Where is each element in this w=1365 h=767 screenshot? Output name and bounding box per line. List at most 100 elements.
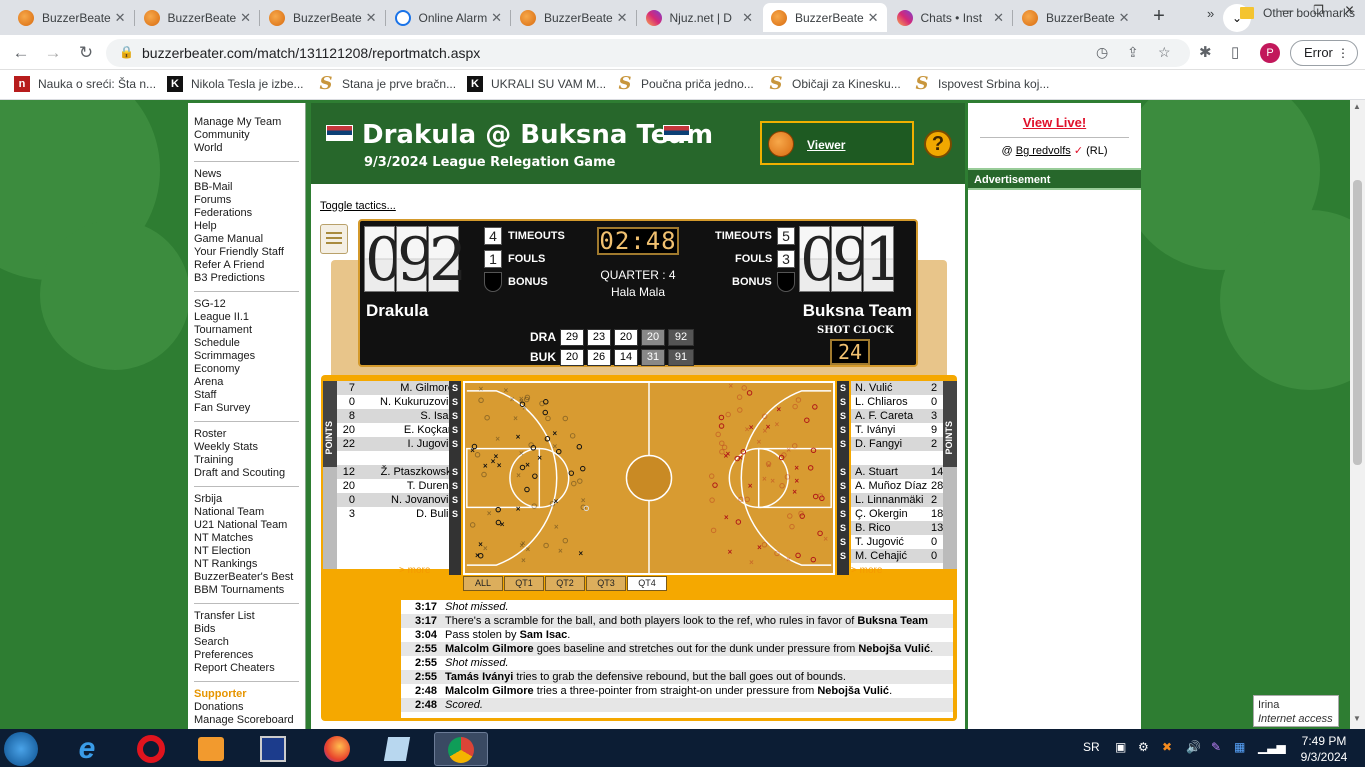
start-button[interactable] — [4, 732, 38, 766]
nav-link[interactable]: Manage Scoreboard — [194, 714, 305, 727]
close-tab-icon[interactable]: ✕ — [115, 10, 126, 26]
nav-link[interactable]: World — [194, 142, 305, 155]
nav-link[interactable]: Weekly Stats — [194, 441, 305, 454]
scroll-down-icon[interactable]: ▼ — [1353, 714, 1361, 723]
opera-icon[interactable] — [132, 732, 170, 766]
scrollbar-thumb[interactable] — [1353, 180, 1362, 465]
home-player-name[interactable]: E. Koçkan — [359, 423, 457, 437]
nav-link[interactable]: Your Friendly Staff — [194, 246, 305, 259]
tray-app-icon[interactable]: ✖ — [1162, 740, 1172, 754]
nav-link[interactable]: Search — [194, 636, 305, 649]
nav-link[interactable]: BuzzerBeater's Best — [194, 571, 305, 584]
close-tab-icon[interactable]: ✕ — [742, 10, 753, 26]
nav-link[interactable]: Economy — [194, 363, 305, 376]
quarter-tab[interactable]: QT2 — [545, 576, 585, 591]
browser-tab[interactable]: BuzzerBeater ✕ — [1014, 3, 1138, 32]
nav-link[interactable]: Community — [194, 129, 305, 142]
bookmark-item[interactable]: K Nikola Tesla je izbe... — [167, 76, 304, 92]
nav-link[interactable]: News — [194, 168, 305, 181]
away-more-link[interactable]: > more — [851, 565, 882, 576]
quarter-tab[interactable]: QT3 — [586, 576, 626, 591]
tray-app-icon[interactable]: ✎ — [1211, 740, 1221, 754]
reload-button[interactable]: ↻ — [75, 42, 97, 64]
extensions-icon[interactable]: ✱ — [1199, 43, 1212, 61]
nav-link[interactable]: B3 Predictions — [194, 272, 305, 285]
home-player-name[interactable]: I. Jugović — [359, 437, 457, 451]
nav-link[interactable]: Scrimmages — [194, 350, 305, 363]
nav-link[interactable]: Srbija — [194, 493, 305, 506]
bookmark-item[interactable]: K UKRALI SU VAM M... — [467, 76, 606, 92]
nav-link[interactable]: Game Manual — [194, 233, 305, 246]
nav-section-title[interactable]: Supporter — [194, 688, 305, 701]
quarter-tab[interactable]: QT1 — [504, 576, 544, 591]
back-button[interactable]: ← — [10, 42, 32, 64]
tray-app-icon[interactable]: ⚙ — [1138, 740, 1149, 754]
browser-tab[interactable]: BuzzerBeater ✕ — [10, 3, 134, 32]
bookmark-item[interactable]: n Nauka o sreći: Šta n... — [14, 76, 156, 92]
home-player-name[interactable]: M. Gilmore — [359, 381, 457, 395]
firefox-icon[interactable] — [318, 732, 356, 766]
nav-link[interactable]: BB-Mail — [194, 181, 305, 194]
page-scrollbar[interactable]: ▲ ▼ — [1350, 100, 1365, 729]
nav-link[interactable]: Tournament — [194, 324, 305, 337]
tactics-scroll-icon[interactable] — [320, 224, 348, 254]
quarter-tab[interactable]: QT4 — [627, 576, 667, 591]
nav-link[interactable]: Arena — [194, 376, 305, 389]
browser-tab[interactable]: Njuz.net | D ✕ — [638, 3, 762, 32]
browser-tab[interactable]: Chats • Inst ✕ — [889, 3, 1013, 32]
toggle-tactics-link[interactable]: Toggle tactics... — [320, 200, 396, 212]
save-disk-icon[interactable] — [254, 732, 292, 766]
nav-link[interactable]: Staff — [194, 389, 305, 402]
nav-link[interactable]: NT Election — [194, 545, 305, 558]
close-tab-icon[interactable]: ✕ — [617, 10, 628, 26]
quarter-tab[interactable]: ALL — [463, 576, 503, 591]
browser-tab[interactable]: Online Alarm ✕ — [387, 3, 511, 32]
nav-link[interactable]: Transfer List — [194, 610, 305, 623]
browser-tab[interactable]: BuzzerBeater ✕ — [512, 3, 636, 32]
nav-link[interactable]: SG-12 — [194, 298, 305, 311]
viewer-box[interactable]: Viewer — [760, 121, 914, 165]
nav-link[interactable]: National Team — [194, 506, 305, 519]
nav-link[interactable]: BBM Tournaments — [194, 584, 305, 597]
nav-link[interactable]: Schedule — [194, 337, 305, 350]
internet-explorer-icon[interactable]: e — [68, 732, 106, 766]
close-tab-icon[interactable]: ✕ — [240, 10, 251, 26]
home-player-name[interactable]: D. Bulić — [359, 507, 457, 521]
bookmark-item[interactable]: S Običaji za Kinesku... — [768, 75, 901, 93]
home-more-link[interactable]: > more — [399, 565, 430, 576]
nav-link[interactable]: Refer A Friend — [194, 259, 305, 272]
home-player-name[interactable]: Ž. Ptaszkowski — [359, 465, 457, 479]
nav-link[interactable]: Help — [194, 220, 305, 233]
profile-avatar[interactable]: P — [1260, 43, 1280, 63]
close-tab-icon[interactable]: ✕ — [1119, 10, 1130, 26]
nav-link[interactable]: Bids — [194, 623, 305, 636]
network-icon[interactable]: ▁▃▅ — [1258, 740, 1286, 754]
performance-icon[interactable]: ◷ — [1096, 44, 1108, 61]
tray-app-icon[interactable]: ▣ — [1115, 740, 1126, 754]
volume-icon[interactable]: 🔊 — [1186, 740, 1201, 754]
error-button[interactable]: Error ⋮ — [1290, 40, 1358, 66]
notepad-icon[interactable] — [378, 732, 416, 766]
close-tab-icon[interactable]: ✕ — [366, 10, 377, 26]
nav-link[interactable]: NT Rankings — [194, 558, 305, 571]
chrome-taskbar-button[interactable] — [434, 732, 488, 766]
share-icon[interactable]: ⇪ — [1127, 44, 1139, 61]
close-tab-icon[interactable]: ✕ — [868, 10, 879, 26]
bookmarks-overflow-button[interactable]: » — [1207, 6, 1214, 21]
nav-link[interactable]: Training — [194, 454, 305, 467]
viewer-link[interactable]: Viewer — [807, 138, 845, 152]
language-indicator[interactable]: SR — [1083, 740, 1100, 754]
home-player-name[interactable]: N. Kukuruzović — [359, 395, 457, 409]
other-bookmarks-folder[interactable]: Other bookmarks — [1240, 6, 1355, 20]
tray-clock[interactable]: 7:49 PM 9/3/2024 — [1294, 733, 1354, 765]
forward-button[interactable]: → — [42, 42, 64, 64]
nav-link[interactable]: Draft and Scouting — [194, 467, 305, 480]
scroll-up-icon[interactable]: ▲ — [1353, 102, 1361, 111]
nav-link[interactable]: Preferences — [194, 649, 305, 662]
nav-link[interactable]: Roster — [194, 428, 305, 441]
browser-tab[interactable]: BuzzerBeater ✕ — [763, 3, 887, 32]
new-tab-button[interactable]: + — [1147, 5, 1171, 29]
nav-link[interactable]: NT Matches — [194, 532, 305, 545]
bookmark-item[interactable]: S Poučna priča jedno... — [617, 75, 754, 93]
close-tab-icon[interactable]: ✕ — [993, 10, 1004, 26]
